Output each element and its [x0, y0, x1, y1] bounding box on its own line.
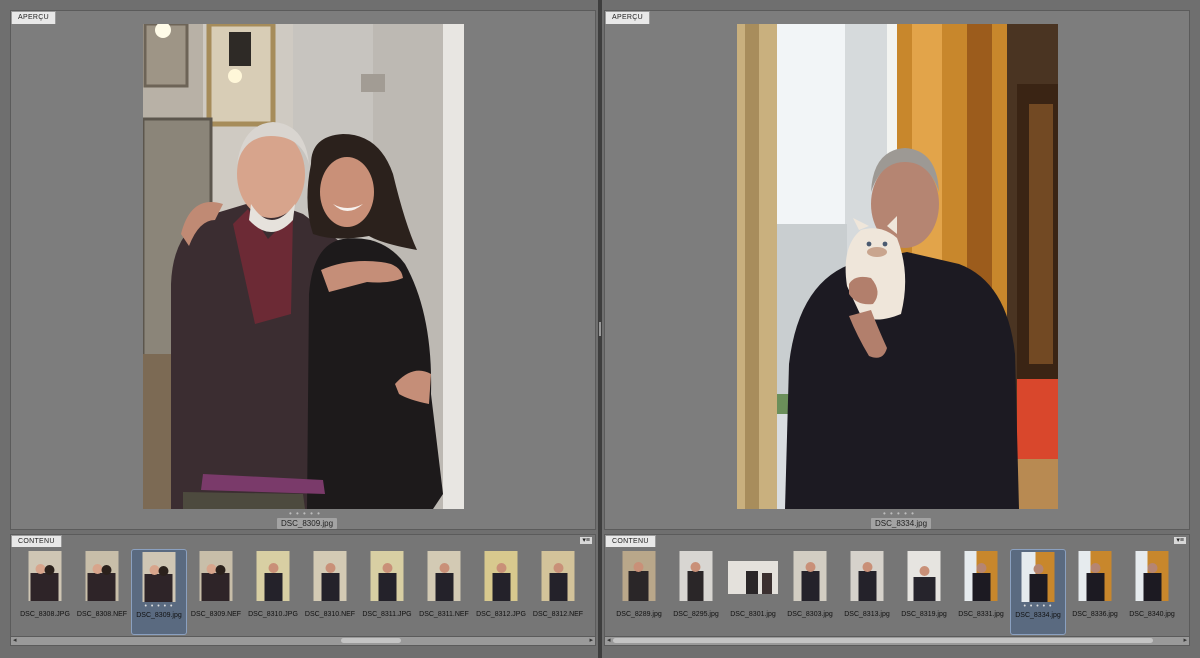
thumbnail-image: [370, 551, 404, 601]
preview-panel: APERÇU: [604, 10, 1190, 530]
thumbnail[interactable]: DSC_8310.JPG: [245, 549, 301, 635]
thumbnail[interactable]: DSC_8331.jpg: [953, 549, 1009, 635]
thumbnail[interactable]: DSC_8311.JPG: [359, 549, 415, 635]
thumbnail[interactable]: DSC_8312.JPG: [473, 549, 529, 635]
thumbnail-strip: DSC_8308.JPG DSC_8308.NEF • • • • • DSC_…: [11, 547, 595, 637]
thumbnail-image: [199, 551, 233, 601]
thumbnail[interactable]: DSC_8310.NEF: [302, 549, 358, 635]
thumbnail[interactable]: DSC_8311.NEF: [416, 549, 472, 635]
thumbnail-image: [85, 551, 119, 601]
thumbnail-image: [964, 551, 998, 601]
preview-tab[interactable]: APERÇU: [605, 11, 650, 24]
preview-photo[interactable]: [737, 24, 1058, 509]
preview-caption: DSC_8309.jpg: [277, 518, 338, 529]
right-browser-pane: APERÇU • • • • • DSC_8334.jpg CONTENU ▾≡…: [602, 0, 1200, 658]
thumbnail[interactable]: DSC_8301.jpg: [725, 549, 781, 635]
thumbnail-image: [142, 552, 176, 602]
scroll-left-icon[interactable]: ◂: [607, 636, 611, 644]
thumbnail[interactable]: DSC_8303.jpg: [782, 549, 838, 635]
thumbnail-image: [728, 561, 778, 594]
thumbnail-image: [1135, 551, 1169, 601]
preview-photo[interactable]: [143, 24, 464, 509]
left-browser-pane: APERÇU • • • • • DSC_8309.jpg CONTENU ▾≡…: [0, 0, 598, 658]
thumbnail-label: DSC_8340.jpg: [1129, 611, 1175, 618]
photo-man-holding-cat: [737, 24, 1058, 509]
content-panel: CONTENU ▾≡ DSC_8308.JPG DSC_8308.NEF • •…: [10, 534, 596, 646]
content-tab[interactable]: CONTENU: [11, 535, 62, 547]
horizontal-scrollbar[interactable]: ◂ ▸: [605, 636, 1189, 645]
thumbnail-image: [907, 551, 941, 601]
thumbnail-image: [28, 551, 62, 601]
thumbnail[interactable]: DSC_8336.jpg: [1067, 549, 1123, 635]
scroll-right-icon[interactable]: ▸: [589, 636, 593, 644]
thumbnail[interactable]: DSC_8312.NEF: [530, 549, 586, 635]
thumbnail-selected[interactable]: • • • • • DSC_8309.jpg: [131, 549, 187, 635]
thumbnail[interactable]: DSC_8308.NEF: [74, 549, 130, 635]
photo-two-people-hugging: [143, 24, 464, 509]
preview-panel: APERÇU: [10, 10, 596, 530]
thumbnail-selected[interactable]: • • • • • DSC_8334.jpg: [1010, 549, 1066, 635]
thumbnail-image: [484, 551, 518, 601]
thumbnail-image: [850, 551, 884, 601]
thumbnail-strip: DSC_8289.jpg DSC_8295.jpg DSC_8301.jpg D…: [605, 547, 1189, 637]
rating-dots: • • • • •: [144, 603, 174, 610]
preview-caption: DSC_8334.jpg: [871, 518, 932, 529]
content-tab[interactable]: CONTENU: [605, 535, 656, 547]
thumbnail[interactable]: DSC_8295.jpg: [668, 549, 724, 635]
thumbnail-image: [793, 551, 827, 601]
content-panel: CONTENU ▾≡ DSC_8289.jpg DSC_8295.jpg DSC…: [604, 534, 1190, 646]
rating-dots: • • • • •: [1023, 603, 1053, 610]
preview-dots: • • • • •: [883, 509, 915, 518]
thumbnail-image: [427, 551, 461, 601]
thumbnail-image: [679, 551, 713, 601]
thumbnail[interactable]: DSC_8308.JPG: [17, 549, 73, 635]
thumbnail[interactable]: DSC_8313.jpg: [839, 549, 895, 635]
thumbnail-label: DSC_8312.NEF: [532, 611, 584, 618]
thumbnail[interactable]: DSC_8289.jpg: [611, 549, 667, 635]
scroll-left-icon[interactable]: ◂: [13, 636, 17, 644]
panel-menu-icon[interactable]: ▾≡: [1174, 537, 1186, 544]
thumbnail[interactable]: DSC_8319.jpg: [896, 549, 952, 635]
thumbnail-image: [313, 551, 347, 601]
horizontal-scrollbar[interactable]: ◂ ▸: [11, 636, 595, 645]
thumbnail-image: [1078, 551, 1112, 601]
thumbnail[interactable]: DSC_8309.NEF: [188, 549, 244, 635]
preview-tab[interactable]: APERÇU: [11, 11, 56, 24]
thumbnail-image: [1021, 552, 1055, 602]
thumbnail-image: [622, 551, 656, 601]
scrollbar-thumb[interactable]: [613, 638, 1153, 643]
scrollbar-thumb[interactable]: [341, 638, 401, 643]
scroll-right-icon[interactable]: ▸: [1183, 636, 1187, 644]
panel-menu-icon[interactable]: ▾≡: [580, 537, 592, 544]
thumbnail-image: [256, 551, 290, 601]
preview-dots: • • • • •: [289, 509, 321, 518]
thumbnail-image: [541, 551, 575, 601]
thumbnail[interactable]: DSC_8340.jpg: [1124, 549, 1180, 635]
